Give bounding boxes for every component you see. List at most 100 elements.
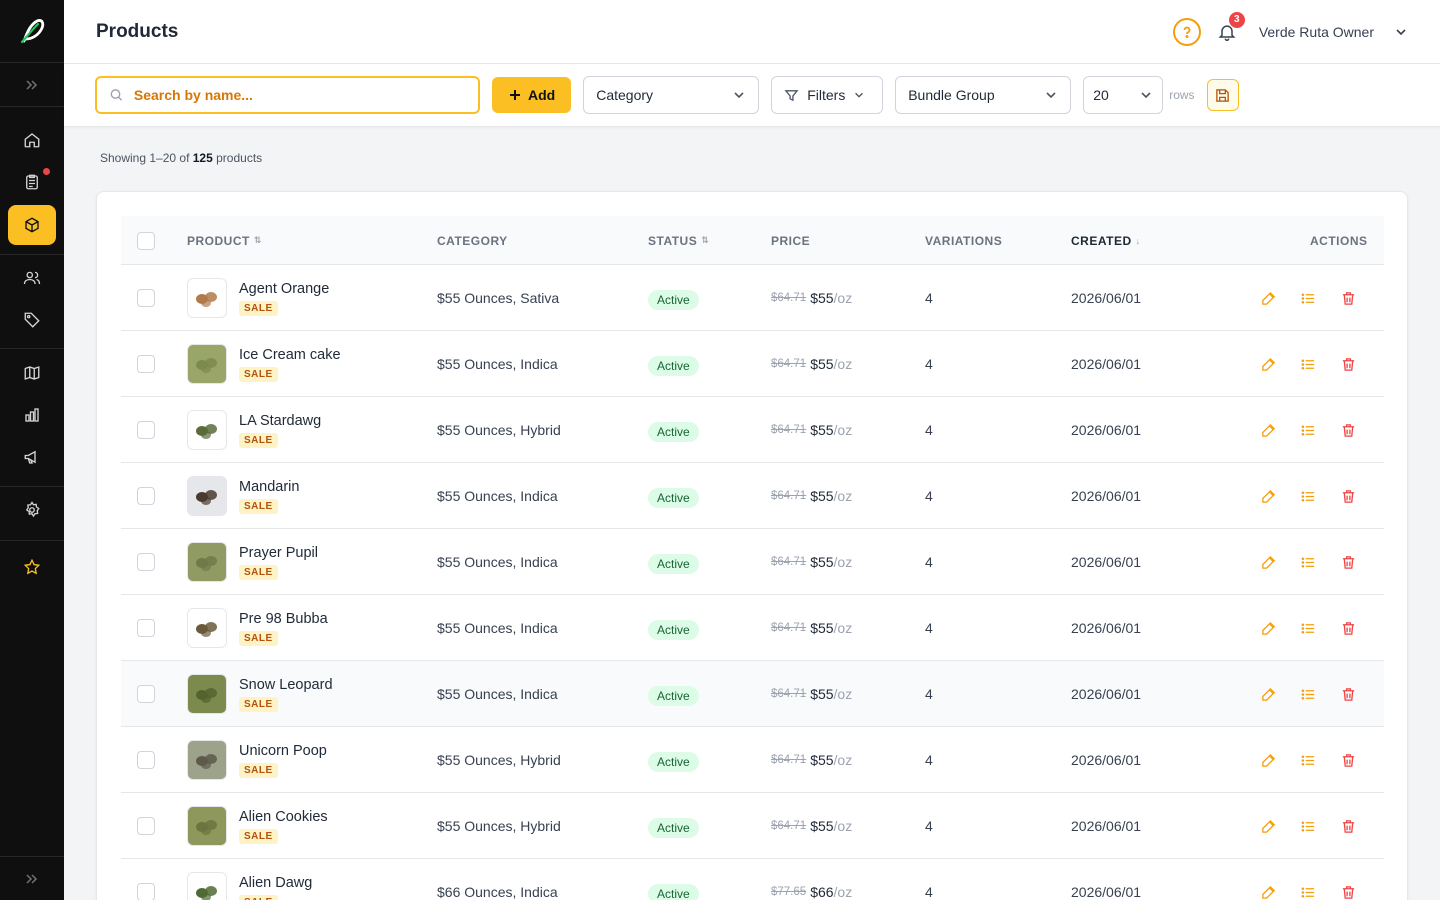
row-checkbox[interactable] xyxy=(137,553,155,571)
edit-button[interactable] xyxy=(1261,397,1276,463)
edit-button[interactable] xyxy=(1261,595,1276,661)
user-menu-toggle[interactable] xyxy=(1394,25,1408,39)
product-thumbnail[interactable] xyxy=(187,542,227,582)
row-checkbox[interactable] xyxy=(137,817,155,835)
row-checkbox[interactable] xyxy=(137,685,155,703)
row-checkbox[interactable] xyxy=(137,619,155,637)
bundle-group-select[interactable]: Bundle Group xyxy=(895,76,1072,114)
edit-button[interactable] xyxy=(1261,661,1276,727)
edit-button[interactable] xyxy=(1261,331,1276,397)
product-name[interactable]: Snow Leopard xyxy=(239,677,333,693)
sidebar-item-orders[interactable] xyxy=(8,162,56,202)
delete-button[interactable] xyxy=(1341,265,1356,331)
sidebar-item-users[interactable] xyxy=(8,258,56,298)
sidebar-expand-button[interactable] xyxy=(0,63,64,107)
variations-list-button[interactable] xyxy=(1301,529,1316,595)
product-thumbnail[interactable] xyxy=(187,608,227,648)
product-thumbnail[interactable] xyxy=(187,476,227,516)
delete-button[interactable] xyxy=(1341,529,1356,595)
variations-list-button[interactable] xyxy=(1301,661,1316,727)
product-name[interactable]: Ice Cream cake xyxy=(239,347,341,363)
variations-list-button[interactable] xyxy=(1301,331,1316,397)
delete-button[interactable] xyxy=(1341,595,1356,661)
product-thumbnail[interactable] xyxy=(187,410,227,450)
table-row[interactable]: LA Stardawg SALE $55 Ounces, Hybrid Acti… xyxy=(121,397,1384,463)
delete-button[interactable] xyxy=(1341,859,1356,900)
product-thumbnail[interactable] xyxy=(187,278,227,318)
row-checkbox[interactable] xyxy=(137,883,155,900)
select-all-checkbox[interactable] xyxy=(137,231,155,250)
help-button[interactable] xyxy=(1172,17,1201,46)
column-header-product[interactable]: PRODUCT ⇅ xyxy=(187,216,262,265)
logo[interactable] xyxy=(0,0,64,63)
sidebar-item-favorites[interactable] xyxy=(8,547,56,587)
variations-list-button[interactable] xyxy=(1301,265,1316,331)
delete-button[interactable] xyxy=(1341,793,1356,859)
edit-button[interactable] xyxy=(1261,265,1276,331)
notifications-button[interactable]: 3 xyxy=(1215,11,1245,44)
row-checkbox[interactable] xyxy=(137,421,155,439)
table-row[interactable]: Pre 98 Bubba SALE $55 Ounces, Indica Act… xyxy=(121,595,1384,661)
save-view-button[interactable] xyxy=(1206,79,1239,111)
table-row[interactable]: Agent Orange SALE $55 Ounces, Sativa Act… xyxy=(121,265,1384,331)
sidebar-item-marketing[interactable] xyxy=(8,437,56,477)
sidebar-collapse-button[interactable] xyxy=(0,856,64,900)
edit-button[interactable] xyxy=(1261,859,1276,900)
product-thumbnail[interactable] xyxy=(187,674,227,714)
add-product-button[interactable]: Add xyxy=(492,77,572,113)
edit-button[interactable] xyxy=(1261,793,1276,859)
table-row[interactable]: Mandarin SALE $55 Ounces, Indica Active … xyxy=(121,463,1384,529)
variations-list-button[interactable] xyxy=(1301,859,1316,900)
column-header-status[interactable]: STATUS ⇅ xyxy=(648,216,709,265)
product-name[interactable]: Alien Dawg xyxy=(239,875,312,891)
sidebar-item-settings[interactable] xyxy=(8,490,56,530)
delete-button[interactable] xyxy=(1341,727,1356,793)
sidebar-item-reports[interactable] xyxy=(8,395,56,435)
variations-list-button[interactable] xyxy=(1301,727,1316,793)
sidebar-item-promotions[interactable] xyxy=(8,300,56,340)
product-name[interactable]: Agent Orange xyxy=(239,281,329,297)
user-menu-name[interactable]: Verde Ruta Owner xyxy=(1259,24,1374,40)
variations-list-button[interactable] xyxy=(1301,793,1316,859)
sidebar-item-map[interactable] xyxy=(8,353,56,393)
row-checkbox[interactable] xyxy=(137,487,155,505)
row-checkbox[interactable] xyxy=(137,289,155,307)
product-name[interactable]: Mandarin xyxy=(239,479,299,495)
category-select[interactable]: Category xyxy=(583,76,760,114)
product-thumbnail[interactable] xyxy=(187,344,227,384)
product-name[interactable]: LA Stardawg xyxy=(239,413,321,429)
variations-list-button[interactable] xyxy=(1301,595,1316,661)
variations-list-button[interactable] xyxy=(1301,397,1316,463)
table-row[interactable]: Unicorn Poop SALE $55 Ounces, Hybrid Act… xyxy=(121,727,1384,793)
column-header-created[interactable]: CREATED ↓ xyxy=(1071,216,1141,265)
row-checkbox[interactable] xyxy=(137,355,155,373)
product-thumbnail[interactable] xyxy=(187,872,227,900)
edit-button[interactable] xyxy=(1261,727,1276,793)
delete-button[interactable] xyxy=(1341,397,1356,463)
table-row[interactable]: Alien Cookies SALE $55 Ounces, Hybrid Ac… xyxy=(121,793,1384,859)
edit-button[interactable] xyxy=(1261,529,1276,595)
product-thumbnail[interactable] xyxy=(187,806,227,846)
sidebar-item-home[interactable] xyxy=(8,120,56,160)
product-thumbnail[interactable] xyxy=(187,740,227,780)
filters-button[interactable]: Filters xyxy=(771,76,884,114)
delete-button[interactable] xyxy=(1341,661,1356,727)
table-row[interactable]: Snow Leopard SALE $55 Ounces, Indica Act… xyxy=(121,661,1384,727)
delete-button[interactable] xyxy=(1341,463,1356,529)
product-name[interactable]: Pre 98 Bubba xyxy=(239,611,328,627)
product-name[interactable]: Prayer Pupil xyxy=(239,545,318,561)
product-name[interactable]: Unicorn Poop xyxy=(239,743,327,759)
rows-per-page-select[interactable]: 20 xyxy=(1083,76,1164,114)
row-checkbox[interactable] xyxy=(137,751,155,769)
search-input[interactable] xyxy=(133,87,466,103)
product-name[interactable]: Alien Cookies xyxy=(239,809,328,825)
sidebar-item-products[interactable] xyxy=(8,205,56,245)
table-row[interactable]: Alien Dawg SALE $66 Ounces, Indica Activ… xyxy=(121,859,1384,900)
status-cell: Active xyxy=(648,265,699,331)
variations-list-button[interactable] xyxy=(1301,463,1316,529)
table-row[interactable]: Prayer Pupil SALE $55 Ounces, Indica Act… xyxy=(121,529,1384,595)
table-row[interactable]: Ice Cream cake SALE $55 Ounces, Indica A… xyxy=(121,331,1384,397)
edit-button[interactable] xyxy=(1261,463,1276,529)
delete-button[interactable] xyxy=(1341,331,1356,397)
search-box[interactable] xyxy=(95,76,480,114)
